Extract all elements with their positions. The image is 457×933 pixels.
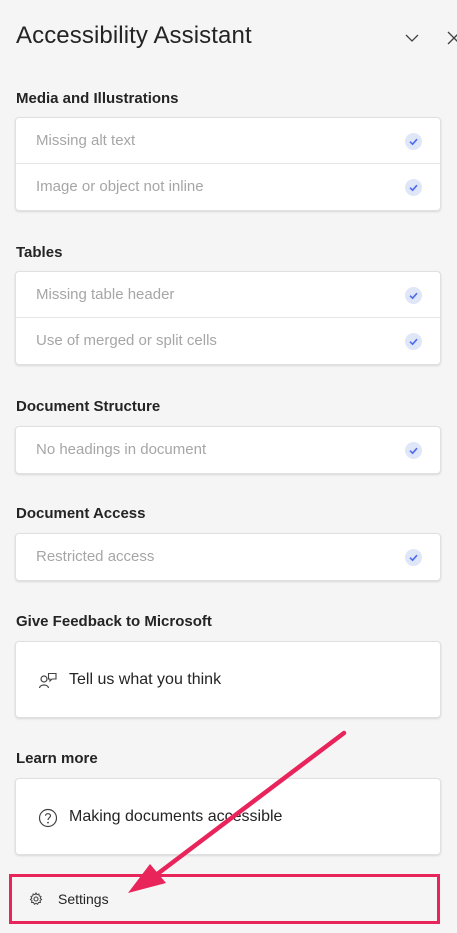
check-item-missing-table-header[interactable]: Missing table header (16, 272, 440, 318)
section-heading-media: Media and Illustrations (16, 90, 179, 107)
check-item-label: Missing alt text (36, 132, 136, 149)
access-checks-card: Restricted access (15, 533, 441, 581)
learn-more-link[interactable]: Making documents accessible (15, 778, 441, 855)
checkmark-icon (405, 549, 422, 566)
section-heading-learn-more: Learn more (16, 750, 98, 767)
checkmark-icon (405, 287, 422, 304)
check-item-image-not-inline[interactable]: Image or object not inline (16, 164, 440, 210)
chevron-down-icon[interactable] (404, 30, 420, 46)
check-item-label: Missing table header (36, 286, 175, 303)
check-item-label: No headings in document (36, 441, 207, 458)
check-item-restricted-access[interactable]: Restricted access (16, 534, 440, 580)
feedback-link[interactable]: Tell us what you think (15, 641, 441, 718)
structure-checks-card: No headings in document (15, 426, 441, 474)
section-heading-feedback: Give Feedback to Microsoft (16, 613, 212, 630)
section-heading-access: Document Access (16, 505, 146, 522)
checkmark-icon (405, 179, 422, 196)
settings-label: Settings (58, 891, 109, 907)
settings-button[interactable]: Settings (9, 874, 440, 924)
checkmark-icon (405, 133, 422, 150)
check-item-no-headings[interactable]: No headings in document (16, 427, 440, 473)
media-checks-card: Missing alt text Image or object not inl… (15, 117, 441, 211)
close-icon[interactable] (446, 30, 457, 46)
check-item-missing-alt-text[interactable]: Missing alt text (16, 118, 440, 164)
check-item-merged-split-cells[interactable]: Use of merged or split cells (16, 318, 440, 364)
check-item-label: Restricted access (36, 548, 155, 565)
page-title: Accessibility Assistant (16, 22, 252, 49)
feedback-icon (38, 672, 57, 689)
section-heading-structure: Document Structure (16, 398, 161, 415)
check-item-label: Image or object not inline (36, 178, 204, 195)
checkmark-icon (405, 333, 422, 350)
check-item-label: Use of merged or split cells (36, 332, 217, 349)
gear-icon (29, 892, 43, 906)
feedback-link-label: Tell us what you think (69, 671, 222, 688)
tables-checks-card: Missing table header Use of merged or sp… (15, 271, 441, 365)
learn-more-link-label: Making documents accessible (69, 808, 283, 825)
section-heading-tables: Tables (16, 244, 63, 261)
checkmark-icon (405, 442, 422, 459)
help-icon (38, 808, 58, 828)
